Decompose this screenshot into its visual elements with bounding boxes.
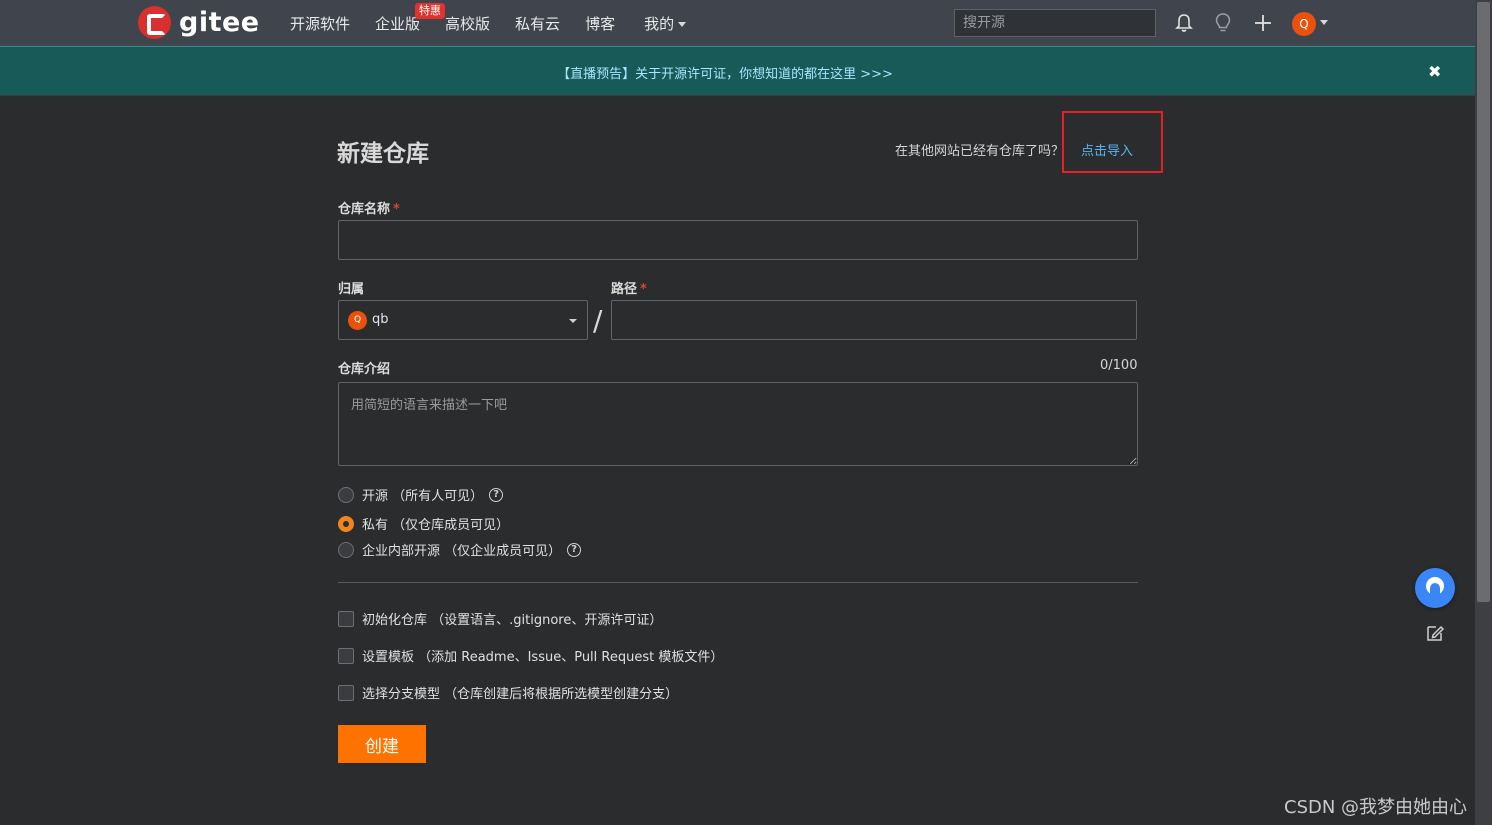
owner-avatar: Q — [348, 311, 367, 330]
promo-badge: 特惠 — [415, 2, 446, 19]
nav-link-open-source[interactable]: 开源软件 — [290, 13, 350, 34]
page-title: 新建仓库 — [337, 141, 429, 167]
option-init-repo-label: 初始化仓库 （设置语言、.gitignore、开源许可证） — [362, 613, 663, 628]
path-label-text: 路径 — [611, 282, 638, 297]
plus-icon[interactable] — [1252, 12, 1274, 34]
required-mark: * — [393, 202, 400, 217]
close-icon[interactable]: ✖ — [1428, 62, 1441, 81]
desc-label: 仓库介绍 — [338, 362, 391, 377]
option-branch-model[interactable]: 选择分支模型 （仓库创建后将根据所选模型创建分支） — [338, 683, 678, 702]
repo-name-label: 仓库名称 * — [338, 198, 400, 217]
watermark: CSDN @我梦由她由心 — [1284, 797, 1468, 818]
user-avatar[interactable]: Q — [1292, 12, 1316, 36]
owner-value: qb — [372, 312, 389, 327]
nav-link-blog[interactable]: 博客 — [585, 13, 615, 34]
visibility-public[interactable]: 开源 （所有人可见） ? — [338, 485, 504, 504]
lightbulb-icon[interactable] — [1212, 12, 1234, 34]
checkbox-template[interactable] — [338, 647, 354, 664]
visibility-internal[interactable]: 企业内部开源 （仅企业成员可见） ? — [338, 540, 582, 559]
nav-link-enterprise-label: 企业版 — [375, 14, 421, 33]
visibility-private-label: 私有 （仅仓库成员可见） — [362, 518, 510, 533]
option-branch-model-label: 选择分支模型 （仓库创建后将根据所选模型创建分支） — [362, 687, 679, 702]
visibility-internal-label: 企业内部开源 （仅企业成员可见） — [362, 544, 562, 559]
help-icon[interactable]: ? — [567, 542, 582, 557]
radio-private[interactable] — [338, 515, 354, 532]
visibility-public-label: 开源 （所有人可见） — [362, 489, 484, 504]
path-input[interactable] — [611, 300, 1137, 340]
option-template-label: 设置模板 （添加 Readme、Issue、Pull Request 模板文件） — [362, 650, 724, 665]
main-nav: 开源软件 企业版 特惠 高校版 私有云 博客 我的 — [290, 0, 711, 46]
radio-public[interactable] — [338, 486, 354, 503]
chevron-down-icon[interactable] — [1320, 20, 1328, 25]
path-label: 路径 * — [611, 278, 647, 297]
scrollbar-thumb[interactable] — [1477, 2, 1490, 602]
import-hint: 在其他网站已经有仓库了吗？ — [895, 144, 1065, 159]
checkbox-init-repo[interactable] — [338, 610, 354, 627]
banner-link[interactable]: 【直播预告】关于开源许可证，你想知道的都在这里 >>> — [0, 63, 1450, 82]
repo-name-input[interactable] — [338, 220, 1138, 260]
gitee-logo[interactable]: gitee — [138, 6, 260, 39]
nav-link-enterprise[interactable]: 企业版 特惠 — [375, 2, 446, 34]
desc-char-counter: 0/100 — [1100, 358, 1138, 373]
nav-link-private-cloud[interactable]: 私有云 — [515, 13, 560, 34]
option-template[interactable]: 设置模板 （添加 Readme、Issue、Pull Request 模板文件） — [338, 646, 723, 665]
customer-service-icon[interactable] — [1415, 568, 1455, 608]
logo-text: gitee — [179, 7, 260, 38]
feedback-edit-icon[interactable] — [1424, 622, 1446, 644]
nav-link-mine[interactable]: 我的 — [644, 13, 686, 34]
radio-internal[interactable] — [338, 541, 354, 558]
repo-name-label-text: 仓库名称 — [338, 202, 391, 217]
section-divider — [338, 582, 1138, 583]
gitee-logo-icon — [138, 6, 171, 39]
bell-icon[interactable] — [1173, 12, 1195, 34]
required-mark: * — [640, 282, 647, 297]
create-button[interactable]: 创建 — [338, 725, 426, 763]
help-icon[interactable]: ? — [489, 487, 504, 502]
visibility-private[interactable]: 私有 （仅仓库成员可见） — [338, 514, 509, 533]
owner-select[interactable]: Q qb — [338, 300, 588, 340]
checkbox-branch-model[interactable] — [338, 684, 354, 701]
desc-textarea[interactable] — [338, 382, 1138, 466]
announcement-banner: 【直播预告】关于开源许可证，你想知道的都在这里 >>> ✖ — [0, 46, 1475, 96]
caret-down-icon — [569, 319, 577, 323]
highlight-box — [1062, 111, 1163, 173]
nav-link-education[interactable]: 高校版 — [445, 13, 490, 34]
owner-label: 归属 — [338, 282, 365, 297]
top-navbar: gitee 开源软件 企业版特惠 高校版 私有云 博客 我的 Q — [0, 0, 1475, 46]
option-init-repo[interactable]: 初始化仓库 （设置语言、.gitignore、开源许可证） — [338, 609, 662, 628]
path-separator: / — [593, 304, 603, 337]
search-input[interactable] — [954, 9, 1156, 37]
